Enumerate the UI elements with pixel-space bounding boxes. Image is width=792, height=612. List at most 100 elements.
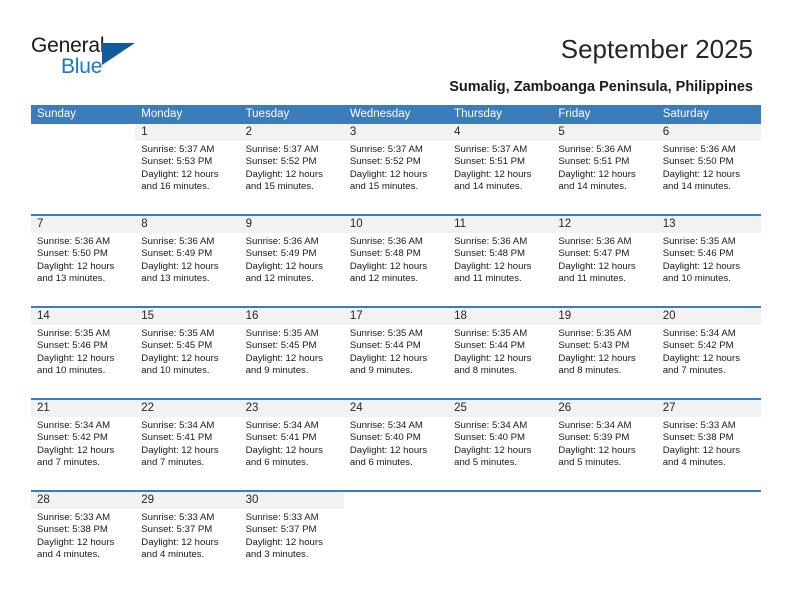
- sunset-text: Sunset: 5:43 PM: [558, 340, 630, 352]
- daylight-text-line1: Daylight: 12 hours: [141, 352, 219, 364]
- sunset-text: Sunset: 5:50 PM: [37, 248, 108, 260]
- day-number-band: 5: [552, 124, 657, 141]
- day-sun-info: Sunrise: 5:34 AM Sunset: 5:42 PM Daylight:…: [31, 417, 135, 470]
- daylight-text-line2: and 12 minutes.: [245, 273, 314, 285]
- calendar-day-cell[interactable]: 23 Sunrise: 5:34 AM Sunset: 5:41 PM Dayligh…: [239, 400, 344, 490]
- sunset-text: Sunset: 5:40 PM: [454, 432, 526, 444]
- page-title: September 2025: [560, 34, 753, 64]
- calendar-day-cell[interactable]: 30 Sunrise: 5:33 AM Sunset: 5:37 PM Dayligh…: [239, 492, 344, 582]
- calendar-day-cell[interactable]: 14 Sunrise: 5:35 AM Sunset: 5:46 PM Dayligh…: [31, 308, 136, 398]
- daylight-text-line1: Daylight: 12 hours: [454, 260, 532, 272]
- calendar-day-cell[interactable]: 2 Sunrise: 5:37 AM Sunset: 5:52 PM Daylight…: [239, 124, 344, 214]
- daylight-text-line1: Daylight: 12 hours: [37, 260, 115, 272]
- calendar-day-cell[interactable]: 29 Sunrise: 5:33 AM Sunset: 5:37 PM Dayligh…: [135, 492, 240, 582]
- calendar-day-cell[interactable]: 8 Sunrise: 5:36 AM Sunset: 5:49 PM Daylight…: [135, 216, 240, 306]
- sunrise-text: Sunrise: 5:36 AM: [454, 236, 528, 247]
- day-number-band: 21: [31, 400, 136, 417]
- calendar-week-row: 14 Sunrise: 5:35 AM Sunset: 5:46 PM Dayligh…: [31, 306, 761, 398]
- day-number: 11: [454, 218, 467, 230]
- calendar-day-cell[interactable]: 13 Sunrise: 5:35 AM Sunset: 5:46 PM Dayligh…: [656, 216, 761, 306]
- sunset-text: Sunset: 5:45 PM: [245, 340, 317, 352]
- calendar-weeks: 1 Sunrise: 5:37 AM Sunset: 5:53 PM Daylight…: [31, 124, 761, 582]
- daylight-text-line1: Daylight: 12 hours: [245, 352, 323, 364]
- calendar-week-row: 7 Sunrise: 5:36 AM Sunset: 5:50 PM Daylight…: [31, 214, 761, 306]
- day-number: 20: [662, 310, 676, 322]
- daylight-text-line1: Daylight: 12 hours: [245, 444, 323, 456]
- calendar-day-cell[interactable]: 20 Sunrise: 5:34 AM Sunset: 5:42 PM Dayligh…: [656, 308, 761, 398]
- daylight-text-line2: and 9 minutes.: [349, 365, 413, 377]
- day-number-band: 6: [656, 124, 761, 141]
- calendar-day-cell[interactable]: 10 Sunrise: 5:36 AM Sunset: 5:48 PM Dayligh…: [343, 216, 449, 306]
- calendar-day-cell[interactable]: 16 Sunrise: 5:35 AM Sunset: 5:45 PM Dayligh…: [239, 308, 344, 398]
- calendar-day-cell[interactable]: 25 Sunrise: 5:34 AM Sunset: 5:40 PM Dayligh…: [448, 400, 553, 490]
- day-number-band: 4: [448, 124, 553, 141]
- calendar-day-cell[interactable]: 4 Sunrise: 5:37 AM Sunset: 5:51 PM Daylight…: [448, 124, 553, 214]
- weekday-header-saturday: Saturday: [662, 108, 709, 120]
- daylight-text-line1: Daylight: 12 hours: [37, 352, 115, 364]
- calendar-day-cell[interactable]: 27 Sunrise: 5:33 AM Sunset: 5:38 PM Dayligh…: [656, 400, 761, 490]
- calendar-empty-cell: [656, 492, 761, 582]
- calendar-week-row: 21 Sunrise: 5:34 AM Sunset: 5:42 PM Dayligh…: [31, 398, 761, 490]
- day-number-band: 17: [343, 308, 449, 325]
- sunset-text: Sunset: 5:47 PM: [558, 248, 630, 260]
- calendar-day-cell[interactable]: 26 Sunrise: 5:34 AM Sunset: 5:39 PM Dayligh…: [552, 400, 657, 490]
- calendar-day-cell[interactable]: 5 Sunrise: 5:36 AM Sunset: 5:51 PM Daylight…: [552, 124, 657, 214]
- calendar-day-cell[interactable]: 21 Sunrise: 5:34 AM Sunset: 5:42 PM Dayligh…: [31, 400, 136, 490]
- daylight-text-line2: and 14 minutes.: [454, 181, 523, 193]
- sunrise-text: Sunrise: 5:33 AM: [37, 512, 111, 523]
- sunrise-text: Sunrise: 5:34 AM: [37, 420, 111, 431]
- sunrise-text: Sunrise: 5:36 AM: [558, 144, 632, 155]
- day-number: 8: [141, 218, 148, 230]
- sunrise-text: Sunrise: 5:35 AM: [245, 328, 319, 339]
- calendar-day-cell[interactable]: 7 Sunrise: 5:36 AM Sunset: 5:50 PM Daylight…: [31, 216, 136, 306]
- day-number-band: [344, 492, 448, 509]
- daylight-text-line2: and 14 minutes.: [662, 181, 731, 193]
- day-number-band: 10: [343, 216, 449, 233]
- day-sun-info: Sunrise: 5:33 AM Sunset: 5:37 PM Daylight:…: [240, 509, 344, 562]
- calendar-day-cell[interactable]: 12 Sunrise: 5:36 AM Sunset: 5:47 PM Dayligh…: [552, 216, 657, 306]
- sunset-text: Sunset: 5:52 PM: [245, 156, 317, 168]
- calendar-day-cell[interactable]: 17 Sunrise: 5:35 AM Sunset: 5:44 PM Dayligh…: [343, 308, 449, 398]
- sunset-text: Sunset: 5:38 PM: [37, 524, 108, 536]
- sunrise-text: Sunrise: 5:36 AM: [349, 236, 423, 247]
- calendar-day-cell[interactable]: 28 Sunrise: 5:33 AM Sunset: 5:38 PM Dayligh…: [31, 492, 136, 582]
- calendar-day-cell[interactable]: 18 Sunrise: 5:35 AM Sunset: 5:44 PM Dayligh…: [448, 308, 553, 398]
- sunrise-text: Sunrise: 5:34 AM: [349, 420, 423, 431]
- day-sun-info: Sunrise: 5:35 AM Sunset: 5:43 PM Daylight:…: [552, 325, 656, 378]
- sunset-text: Sunset: 5:49 PM: [245, 248, 317, 260]
- day-number-band: 9: [239, 216, 344, 233]
- day-sun-info: Sunrise: 5:35 AM Sunset: 5:44 PM Daylight:…: [448, 325, 552, 378]
- calendar-empty-cell: [31, 124, 136, 214]
- day-number-band: 20: [656, 308, 761, 325]
- calendar-day-cell[interactable]: 3 Sunrise: 5:37 AM Sunset: 5:52 PM Daylight…: [343, 124, 449, 214]
- day-sun-info: Sunrise: 5:34 AM Sunset: 5:41 PM Daylight:…: [135, 417, 239, 470]
- day-number: 25: [454, 402, 467, 414]
- logo-triangle-icon: [102, 43, 135, 65]
- day-number: 13: [662, 218, 676, 230]
- calendar-empty-cell: [448, 492, 553, 582]
- sunrise-text: Sunrise: 5:35 AM: [349, 328, 423, 339]
- calendar-day-cell[interactable]: 15 Sunrise: 5:35 AM Sunset: 5:45 PM Dayligh…: [135, 308, 240, 398]
- calendar-day-cell[interactable]: 19 Sunrise: 5:35 AM Sunset: 5:43 PM Dayligh…: [552, 308, 657, 398]
- sunrise-text: Sunrise: 5:36 AM: [245, 236, 319, 247]
- daylight-text-line2: and 3 minutes.: [245, 549, 309, 561]
- general-blue-logo[interactable]: General Blue: [31, 34, 161, 80]
- daylight-text-line2: and 11 minutes.: [558, 273, 626, 285]
- calendar-day-cell[interactable]: 24 Sunrise: 5:34 AM Sunset: 5:40 PM Dayligh…: [343, 400, 449, 490]
- calendar-day-cell[interactable]: 22 Sunrise: 5:34 AM Sunset: 5:41 PM Dayligh…: [135, 400, 240, 490]
- weekday-header-monday: Monday: [141, 108, 183, 120]
- calendar-day-cell[interactable]: 6 Sunrise: 5:36 AM Sunset: 5:50 PM Daylight…: [656, 124, 761, 214]
- sunrise-text: Sunrise: 5:33 AM: [141, 512, 215, 523]
- day-number-band: 25: [448, 400, 553, 417]
- sunset-text: Sunset: 5:42 PM: [662, 340, 734, 352]
- calendar-day-cell[interactable]: 1 Sunrise: 5:37 AM Sunset: 5:53 PM Daylight…: [135, 124, 240, 214]
- day-sun-info: Sunrise: 5:36 AM Sunset: 5:49 PM Daylight:…: [135, 233, 239, 286]
- daylight-text-line2: and 10 minutes.: [37, 365, 106, 377]
- day-number: 14: [37, 310, 50, 322]
- day-sun-info: Sunrise: 5:36 AM Sunset: 5:50 PM Daylight:…: [657, 141, 761, 194]
- day-sun-info: Sunrise: 5:33 AM Sunset: 5:38 PM Daylight:…: [31, 509, 135, 562]
- day-sun-info: Sunrise: 5:36 AM Sunset: 5:51 PM Daylight:…: [552, 141, 656, 194]
- calendar-day-cell[interactable]: 9 Sunrise: 5:36 AM Sunset: 5:49 PM Daylight…: [239, 216, 344, 306]
- calendar-day-cell[interactable]: 11 Sunrise: 5:36 AM Sunset: 5:48 PM Dayligh…: [448, 216, 553, 306]
- sunrise-text: Sunrise: 5:34 AM: [245, 420, 319, 431]
